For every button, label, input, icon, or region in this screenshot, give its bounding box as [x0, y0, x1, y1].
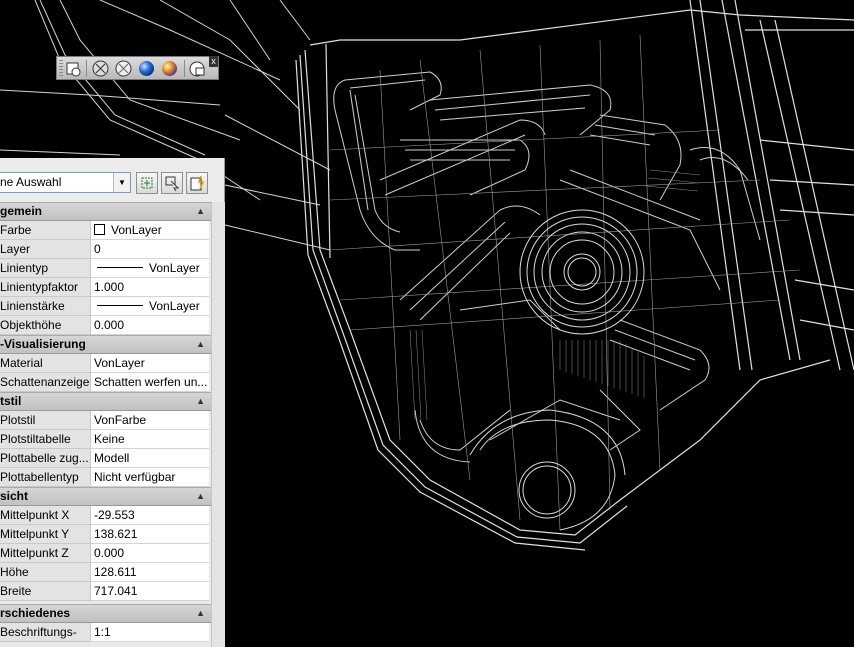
property-row[interactable]: Mittelpunkt Y 138.621 [0, 525, 211, 544]
property-key: Objekthöhe [0, 316, 91, 335]
collapse-icon[interactable]: ▲ [196, 488, 205, 505]
property-row[interactable]: Plottabellentyp Nicht verfügbar [0, 468, 211, 487]
palette-header: ne Auswahl ▼ [0, 158, 224, 202]
property-key: Farbe [0, 221, 91, 240]
selection-dropdown[interactable]: ne Auswahl ▼ [0, 172, 131, 193]
property-value[interactable]: 0.000 [91, 544, 209, 563]
property-grid: gemein ▲ Farbe VonLayer Layer 0 Linienty… [0, 202, 211, 642]
property-value[interactable]: 0.000 [91, 316, 209, 335]
color-swatch-icon [94, 224, 105, 235]
toolbar-close-icon[interactable]: x [209, 56, 218, 67]
property-value[interactable]: 0 [91, 240, 209, 259]
lineweight-sample-icon [97, 305, 143, 306]
property-key: Mittelpunkt X [0, 506, 91, 525]
chevron-down-icon[interactable]: ▼ [113, 173, 130, 192]
property-row[interactable]: Layer 0 [0, 240, 211, 259]
section-view[interactable]: sicht ▲ [0, 487, 211, 506]
selection-value: ne Auswahl [0, 175, 62, 189]
property-key: Beschriftungs- [0, 623, 91, 642]
realistic-sphere-icon[interactable] [160, 59, 179, 78]
property-row[interactable]: Schattenanzeige Schatten werfen un... [0, 373, 211, 392]
toolbar-grip[interactable] [59, 60, 63, 77]
property-key: Mittelpunkt Y [0, 525, 91, 544]
property-key: Plotstil [0, 411, 91, 430]
section-3d-visualization[interactable]: -Visualisierung ▲ [0, 335, 211, 354]
property-key: Breite [0, 582, 91, 601]
property-value[interactable]: VonLayer [91, 259, 209, 278]
property-key: Layer [0, 240, 91, 259]
toggle-pickadd-icon[interactable] [136, 172, 158, 194]
section-plot-style[interactable]: tstil ▲ [0, 392, 211, 411]
property-key: Linientypfaktor [0, 278, 91, 297]
property-value[interactable]: 717.041 [91, 582, 209, 601]
section-misc[interactable]: rschiedenes ▲ [0, 604, 211, 623]
property-value[interactable]: VonLayer [91, 221, 209, 240]
property-row[interactable]: Linientyp VonLayer [0, 259, 211, 278]
property-key: Schattenanzeige [0, 373, 91, 392]
property-value[interactable]: 138.621 [91, 525, 209, 544]
section-title: gemein [0, 204, 43, 218]
section-title: rschiedenes [0, 606, 71, 620]
property-value[interactable]: Keine [91, 430, 209, 449]
property-row[interactable]: Objekthöhe 0.000 [0, 316, 211, 335]
property-row[interactable]: Farbe VonLayer [0, 221, 211, 240]
property-row[interactable]: Plottabelle zug... Modell [0, 449, 211, 468]
property-value[interactable]: 1.000 [91, 278, 209, 297]
property-key: Höhe [0, 563, 91, 582]
section-general[interactable]: gemein ▲ [0, 202, 211, 221]
property-value-text: VonLayer [149, 261, 200, 275]
property-row[interactable]: Beschriftungs- 1:1 [0, 623, 211, 642]
visual-styles-toolbar[interactable]: x [56, 56, 219, 80]
property-key: Material [0, 354, 91, 373]
property-row[interactable]: Höhe 128.611 [0, 563, 211, 582]
section-title: tstil [0, 394, 22, 408]
hidden-visual-style-icon[interactable] [91, 59, 110, 78]
property-key: Plottabellentyp [0, 468, 91, 487]
property-row[interactable]: Mittelpunkt Z 0.000 [0, 544, 211, 563]
property-value-text: VonLayer [149, 299, 200, 313]
property-row[interactable]: Plotstiltabelle Keine [0, 430, 211, 449]
select-objects-icon[interactable] [161, 172, 183, 194]
property-value[interactable]: -29.553 [91, 506, 209, 525]
property-key: Plottabelle zug... [0, 449, 91, 468]
quick-select-icon[interactable] [186, 172, 208, 194]
property-key: Plotstiltabelle [0, 430, 91, 449]
property-row[interactable]: Breite 717.041 [0, 582, 211, 601]
properties-palette: ne Auswahl ▼ gemein ▲ Farbe VonLayer Lay… [0, 158, 225, 647]
property-row[interactable]: Plotstil VonFarbe [0, 411, 211, 430]
property-value[interactable]: Modell [91, 449, 209, 468]
section-title: sicht [0, 489, 29, 503]
property-value[interactable]: Schatten werfen un... [91, 373, 209, 392]
linetype-sample-icon [97, 267, 143, 268]
property-value-text: VonLayer [111, 223, 162, 237]
visual-style-manager-icon[interactable] [188, 59, 207, 78]
shaded-blue-sphere-icon[interactable] [137, 59, 156, 78]
wireframe-visual-style-icon[interactable] [114, 59, 133, 78]
section-title: -Visualisierung [0, 337, 86, 351]
view-ucs-icon[interactable] [64, 59, 83, 78]
property-value[interactable]: VonLayer [91, 354, 209, 373]
collapse-icon[interactable]: ▲ [196, 605, 205, 622]
property-row[interactable]: Mittelpunkt X -29.553 [0, 506, 211, 525]
property-value[interactable]: VonLayer [91, 297, 209, 316]
palette-scrollbar[interactable] [211, 202, 225, 647]
collapse-icon[interactable]: ▲ [196, 203, 205, 220]
property-row[interactable]: Linienstärke VonLayer [0, 297, 211, 316]
property-value[interactable]: 128.611 [91, 563, 209, 582]
property-key: Linientyp [0, 259, 91, 278]
property-key: Mittelpunkt Z [0, 544, 91, 563]
property-row[interactable]: Material VonLayer [0, 354, 211, 373]
property-value[interactable]: Nicht verfügbar [91, 468, 209, 487]
collapse-icon[interactable]: ▲ [196, 393, 205, 410]
property-key: Linienstärke [0, 297, 91, 316]
property-value[interactable]: 1:1 [91, 623, 209, 642]
property-value[interactable]: VonFarbe [91, 411, 209, 430]
property-row[interactable]: Linientypfaktor 1.000 [0, 278, 211, 297]
collapse-icon[interactable]: ▲ [196, 336, 205, 353]
